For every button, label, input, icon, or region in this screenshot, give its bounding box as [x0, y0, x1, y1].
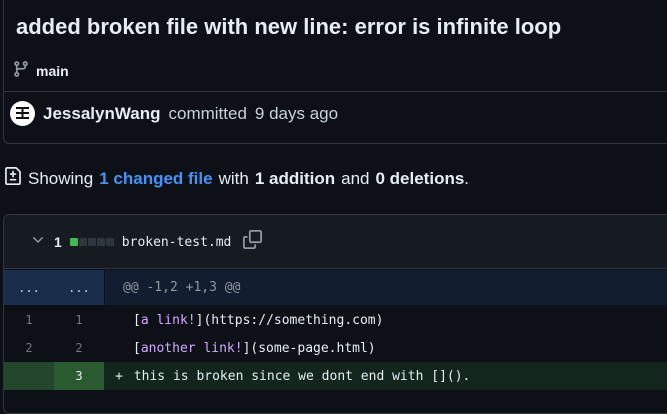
code-text-open: [ — [133, 340, 141, 356]
file-diff-icon — [4, 166, 22, 191]
code-text: this is broken since we dont end with []… — [126, 368, 471, 384]
author-link[interactable]: JessalynWang — [43, 104, 160, 124]
file-name[interactable]: broken-test.md — [122, 235, 232, 250]
link-text: a link! — [140, 312, 196, 328]
diff-summary: Showing 1 changed file with 1 addition a… — [4, 166, 469, 191]
diff-line-added: 3 + this is broken since we dont end wit… — [4, 362, 667, 390]
hunk-row: ... ... @@ -1,2 +1,3 @@ — [4, 270, 667, 305]
commit-author-row: JessalynWang committed 9 days ago — [10, 101, 338, 126]
commit-time: 9 days ago — [254, 103, 339, 123]
new-line-number[interactable]: 2 — [54, 334, 104, 362]
old-line-number[interactable] — [4, 362, 54, 390]
file-header: 1 broken-test.md — [4, 215, 667, 269]
branch-name: main — [36, 62, 69, 79]
line-prefix — [105, 341, 133, 356]
file-diff: 1 broken-test.md ... ... @@ -1,2 +1,3 @@… — [3, 214, 667, 414]
avatar[interactable] — [10, 101, 35, 126]
commit-action: committed — [168, 103, 247, 123]
expand-up-button[interactable]: ... — [4, 270, 54, 305]
branch-indicator[interactable]: main — [12, 60, 69, 81]
code-line: [another link!](some-page.html) — [105, 334, 667, 362]
copy-icon[interactable] — [243, 230, 263, 254]
code-line: + this is broken since we dont end with … — [105, 362, 667, 390]
chevron-down-icon[interactable] — [30, 232, 46, 253]
diff-line: 1 1 [a link!](https://something.com) — [4, 306, 667, 334]
link-text: another link! — [140, 340, 243, 356]
changed-files-link[interactable]: 1 changed file — [99, 169, 212, 189]
code-line: [a link!](https://something.com) — [105, 306, 667, 334]
line-prefix: + — [115, 368, 123, 384]
summary-with: with — [218, 168, 249, 188]
diff-line: 2 2 [another link!](some-page.html) — [4, 334, 667, 362]
hunk-header: @@ -1,2 +1,3 @@ — [105, 270, 667, 305]
git-branch-icon — [12, 60, 30, 81]
code-text-close: ](https://something.com) — [195, 312, 384, 328]
code-text-open: [ — [133, 312, 141, 328]
new-line-number[interactable]: 1 — [54, 306, 104, 334]
diffstat-bar — [69, 238, 114, 246]
summary-prefix: Showing — [28, 168, 94, 188]
summary-and: and — [341, 168, 370, 188]
old-line-number[interactable]: 1 — [4, 306, 54, 334]
deletions-count: 0 deletions — [375, 168, 465, 188]
additions-count: 1 addition — [254, 168, 336, 188]
line-prefix — [105, 313, 133, 328]
file-change-count: 1 — [54, 234, 62, 250]
summary-end: . — [464, 168, 470, 188]
code-text-close: ](some-page.html) — [242, 340, 376, 356]
commit-title: added broken file with new line: error i… — [16, 14, 562, 39]
old-line-number[interactable]: 2 — [4, 334, 54, 362]
new-line-number[interactable]: 3 — [54, 362, 104, 390]
expand-down-button[interactable]: ... — [54, 270, 104, 305]
